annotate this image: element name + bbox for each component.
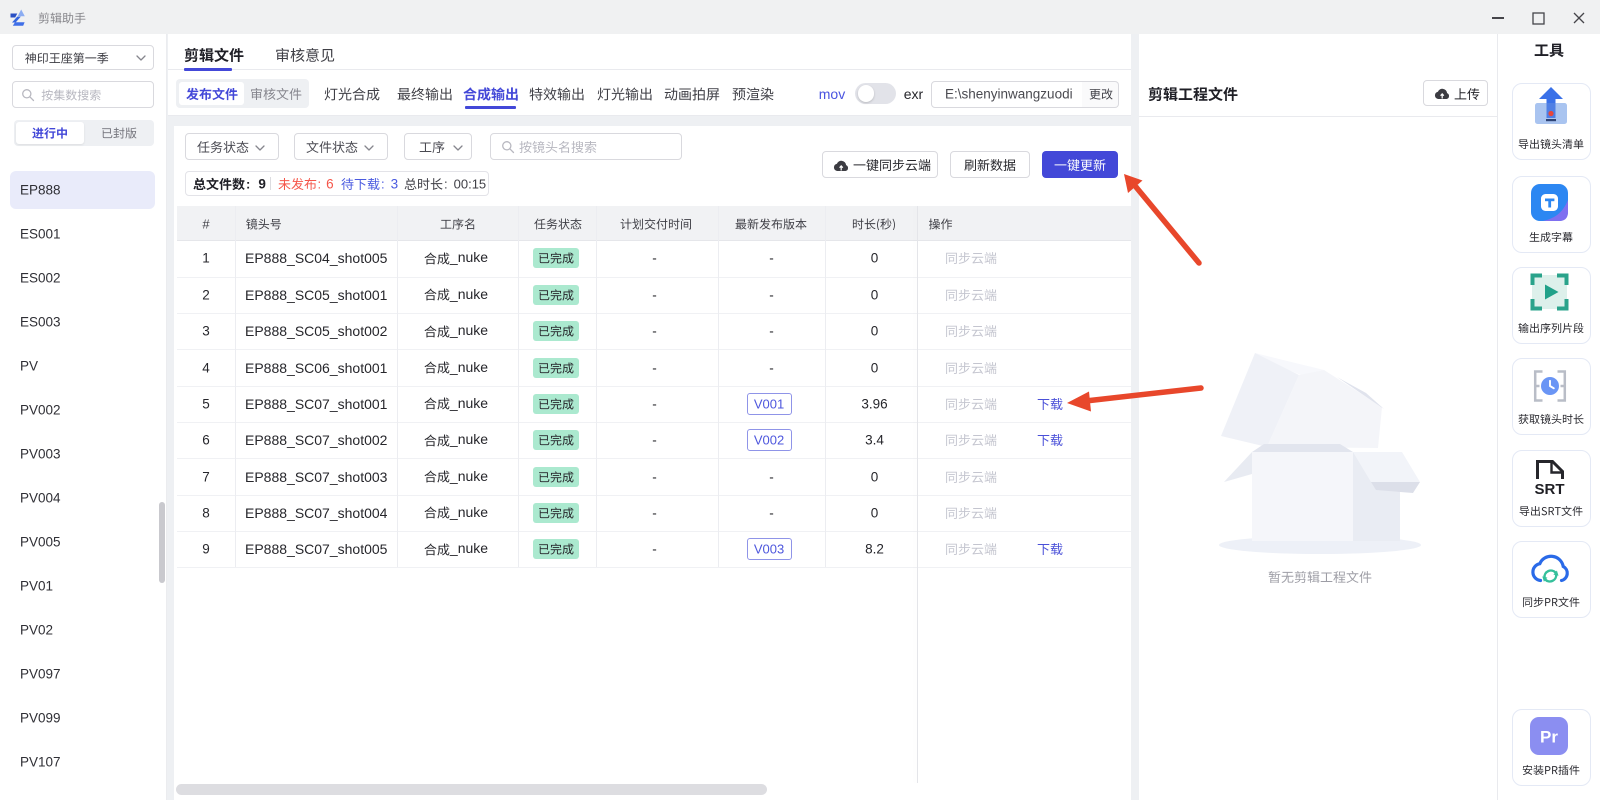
svg-text:Pr: Pr (1540, 728, 1558, 747)
svg-text:SRT: SRT (1535, 481, 1565, 498)
